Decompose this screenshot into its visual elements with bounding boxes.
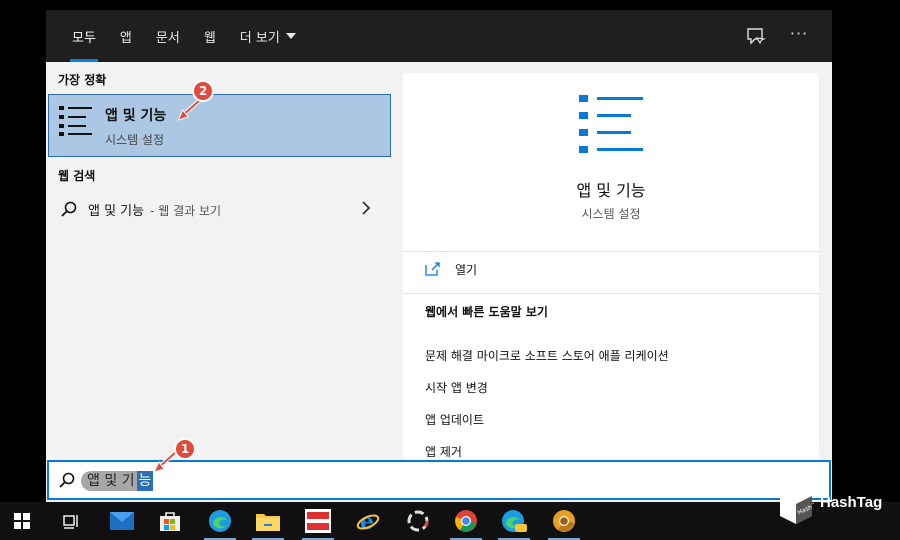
- app-icon[interactable]: [296, 502, 340, 540]
- feedback-icon[interactable]: [744, 24, 768, 48]
- open-label: 열기: [455, 263, 478, 277]
- preview-title: 앱 및 기능: [576, 181, 646, 200]
- search-topbar: 모두 앱 문서 웹 더 보기 ···: [46, 10, 832, 62]
- web-search-heading: 웹 검색: [58, 169, 96, 183]
- tab-apps[interactable]: 앱: [108, 10, 144, 62]
- help-link-troubleshoot[interactable]: 문제 해결 마이크로 소프트 스토어 애플 리케이션: [425, 347, 669, 364]
- web-result-label: 앱 및 기능 - 웹 결과 보기: [88, 200, 221, 219]
- tab-all[interactable]: 모두: [60, 10, 108, 62]
- search-text-suggestion: 앱 및 기: [81, 471, 137, 491]
- annotation-badge-2: 2: [192, 80, 214, 102]
- file-explorer-icon[interactable]: [246, 502, 290, 540]
- search-text-selected: 능: [136, 471, 154, 491]
- hashtag-watermark: Hash Tag HashTag: [776, 484, 896, 528]
- chrome-icon[interactable]: [444, 502, 488, 540]
- internet-explorer-icon[interactable]: e: [346, 502, 390, 540]
- best-match-result[interactable]: 앱 및 기능 시스템 설정: [48, 94, 391, 157]
- web-search-result[interactable]: 앱 및 기능 - 웹 결과 보기: [48, 194, 391, 224]
- web-result-query: 앱 및 기능: [88, 204, 145, 219]
- web-help-heading: 웹에서 빠른 도움말 보기: [425, 305, 548, 319]
- loader-app-icon[interactable]: [396, 502, 440, 540]
- help-link-app-update[interactable]: 앱 업데이트: [425, 411, 484, 428]
- taskbar: e: [0, 502, 900, 540]
- preview-pane: 앱 및 기능 시스템 설정 열기 웹에서 빠른 도움말 보기 문제 해결 마이크…: [403, 73, 819, 459]
- edge-canary-icon[interactable]: [492, 502, 536, 540]
- search-input[interactable]: 앱 및 기능: [81, 470, 154, 492]
- help-link-app-remove[interactable]: 앱 제거: [425, 443, 462, 460]
- annotation-badge-1: 1: [174, 438, 196, 460]
- search-icon: [61, 201, 77, 217]
- search-icon: [59, 472, 75, 488]
- windows-start-icon[interactable]: [0, 502, 44, 540]
- tab-documents[interactable]: 문서: [144, 10, 192, 62]
- chevron-right-icon[interactable]: [360, 200, 372, 216]
- open-icon: [425, 262, 440, 276]
- list-settings-icon: [59, 106, 92, 136]
- web-result-hint: - 웹 결과 보기: [150, 204, 222, 218]
- tab-web[interactable]: 웹: [192, 10, 228, 62]
- tab-more[interactable]: 더 보기: [228, 10, 308, 62]
- best-match-heading: 가장 정확: [58, 73, 107, 87]
- filter-tabs: 모두 앱 문서 웹 더 보기: [60, 10, 308, 62]
- hashtag-watermark-text: HashTag: [820, 494, 883, 511]
- best-match-title: 앱 및 기능: [105, 108, 167, 124]
- caret-down-icon: [285, 33, 296, 39]
- store-icon[interactable]: [148, 502, 192, 540]
- mail-icon[interactable]: [100, 502, 144, 540]
- best-match-subtitle: 시스템 설정: [105, 133, 165, 147]
- search-panel: 모두 앱 문서 웹 더 보기 ··· 가장 정확 앱 및 기능 시스템 설정 웹…: [46, 10, 832, 502]
- more-options-icon[interactable]: ···: [786, 23, 812, 47]
- preview-subtitle: 시스템 설정: [581, 207, 641, 221]
- divider: [403, 293, 819, 294]
- tab-documents-label: 문서: [155, 30, 180, 46]
- edge-icon[interactable]: [198, 502, 242, 540]
- chrome-canary-icon[interactable]: [542, 502, 586, 540]
- open-action[interactable]: 열기: [425, 259, 625, 283]
- tab-more-label: 더 보기: [239, 30, 280, 46]
- divider: [403, 251, 819, 252]
- help-link-startup-apps[interactable]: 시작 앱 변경: [425, 379, 488, 396]
- tab-all-label: 모두: [72, 30, 96, 46]
- tab-apps-label: 앱: [119, 30, 132, 46]
- tab-web-label: 웹: [203, 30, 216, 46]
- hashtag-cube-logo: Hash Tag: [780, 488, 814, 524]
- list-settings-icon: [579, 95, 643, 153]
- task-view-icon[interactable]: [48, 502, 92, 540]
